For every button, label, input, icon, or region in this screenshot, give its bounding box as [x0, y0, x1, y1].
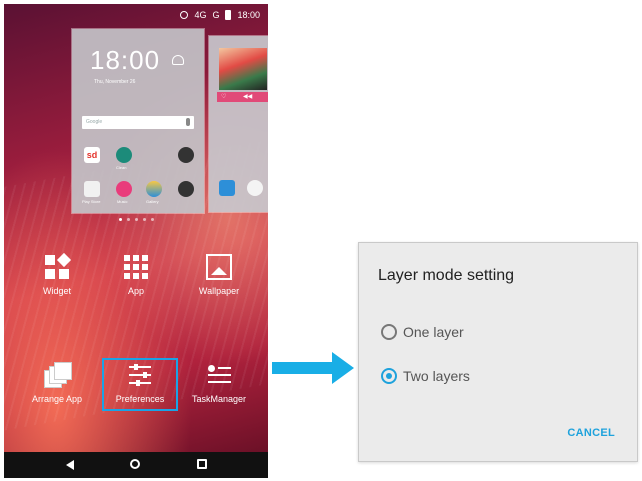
taskmanager-button[interactable]: TaskManager	[180, 362, 258, 404]
preview-date: Thu, November 26	[94, 79, 136, 85]
page-indicator	[119, 218, 154, 221]
music-icon	[116, 181, 132, 197]
homescreen-preview-side[interactable]: ♡ ◀◀	[209, 36, 268, 212]
store-icon	[219, 180, 235, 196]
back-icon[interactable]	[66, 460, 74, 470]
gallery-icon	[146, 181, 162, 197]
rewind-icon: ◀◀	[243, 94, 253, 100]
preview-search-bar: Google	[82, 116, 194, 129]
status-bar: 4G G 18:00	[4, 4, 268, 28]
heart-icon: ♡	[221, 94, 227, 100]
signal-indicator: G	[212, 10, 220, 20]
widget-button[interactable]: Widget	[18, 252, 96, 296]
music-widget-controls: ♡ ◀◀	[217, 92, 268, 102]
wallpaper-icon	[206, 254, 232, 280]
home-icon[interactable]	[130, 459, 140, 469]
page-dot	[119, 218, 122, 221]
radio-two-layers[interactable]	[381, 368, 397, 384]
battery-icon	[225, 10, 232, 20]
clean-icon	[116, 147, 132, 163]
dialog-title: Layer mode setting	[378, 267, 515, 284]
layer-mode-dialog: Layer mode setting One layer Two layers …	[358, 242, 638, 462]
preview-app-label: Music	[117, 199, 128, 204]
preview-clock: 18:00	[90, 45, 161, 75]
page-dot	[143, 218, 146, 221]
page-dot	[127, 218, 130, 221]
cancel-button[interactable]: CANCEL	[567, 427, 615, 439]
network-indicator: 4G	[194, 10, 207, 20]
homescreen-preview-main[interactable]: 18:00 Thu, November 26 Google sd Clean P…	[72, 29, 204, 213]
option-label: One layer	[403, 324, 464, 340]
wallpaper-button[interactable]: Wallpaper	[180, 254, 258, 296]
app-grid-icon	[123, 254, 149, 280]
preview-search-placeholder: Google	[86, 119, 103, 125]
wallpaper-label: Wallpaper	[198, 286, 240, 296]
folder-icon	[178, 147, 194, 163]
preview-app-label: Gallery	[146, 199, 159, 204]
navigation-bar	[4, 452, 268, 478]
option-label: Two layers	[403, 368, 470, 384]
taskmanager-icon	[206, 362, 232, 388]
recent-apps-icon[interactable]	[197, 459, 207, 469]
play-store-icon	[84, 181, 100, 197]
widget-label: Widget	[42, 286, 71, 296]
option-two-layers[interactable]: Two layers	[381, 365, 470, 387]
weather-icon	[172, 55, 184, 65]
preview-app-label: Play Store	[82, 199, 101, 204]
apps-folder-icon	[178, 181, 194, 197]
preview-app-label: Clean	[116, 165, 127, 170]
alarm-icon	[180, 11, 189, 19]
arrow-head-icon	[332, 352, 354, 384]
radio-one-layer[interactable]	[381, 324, 397, 340]
preferences-highlight	[102, 358, 178, 411]
option-one-layer[interactable]: One layer	[381, 321, 464, 343]
arrow-right-icon	[272, 362, 334, 374]
page-dot	[135, 218, 138, 221]
phone-screen: 4G G 18:00 18:00 Thu, November 26 Google…	[4, 4, 268, 478]
music-widget-art	[219, 48, 267, 90]
app-label: App	[127, 286, 144, 296]
arrange-app-icon	[44, 362, 72, 388]
page-dot	[151, 218, 154, 221]
compass-icon	[247, 180, 263, 196]
taskmanager-label: TaskManager	[191, 394, 247, 404]
app-button[interactable]: App	[97, 254, 175, 296]
sd-app-icon: sd	[84, 147, 100, 163]
mic-icon	[186, 118, 190, 126]
widget-icon	[44, 252, 72, 280]
status-time: 18:00	[237, 10, 260, 20]
arrange-app-button[interactable]: Arrange App	[18, 362, 96, 404]
arrange-app-label: Arrange App	[31, 394, 83, 404]
